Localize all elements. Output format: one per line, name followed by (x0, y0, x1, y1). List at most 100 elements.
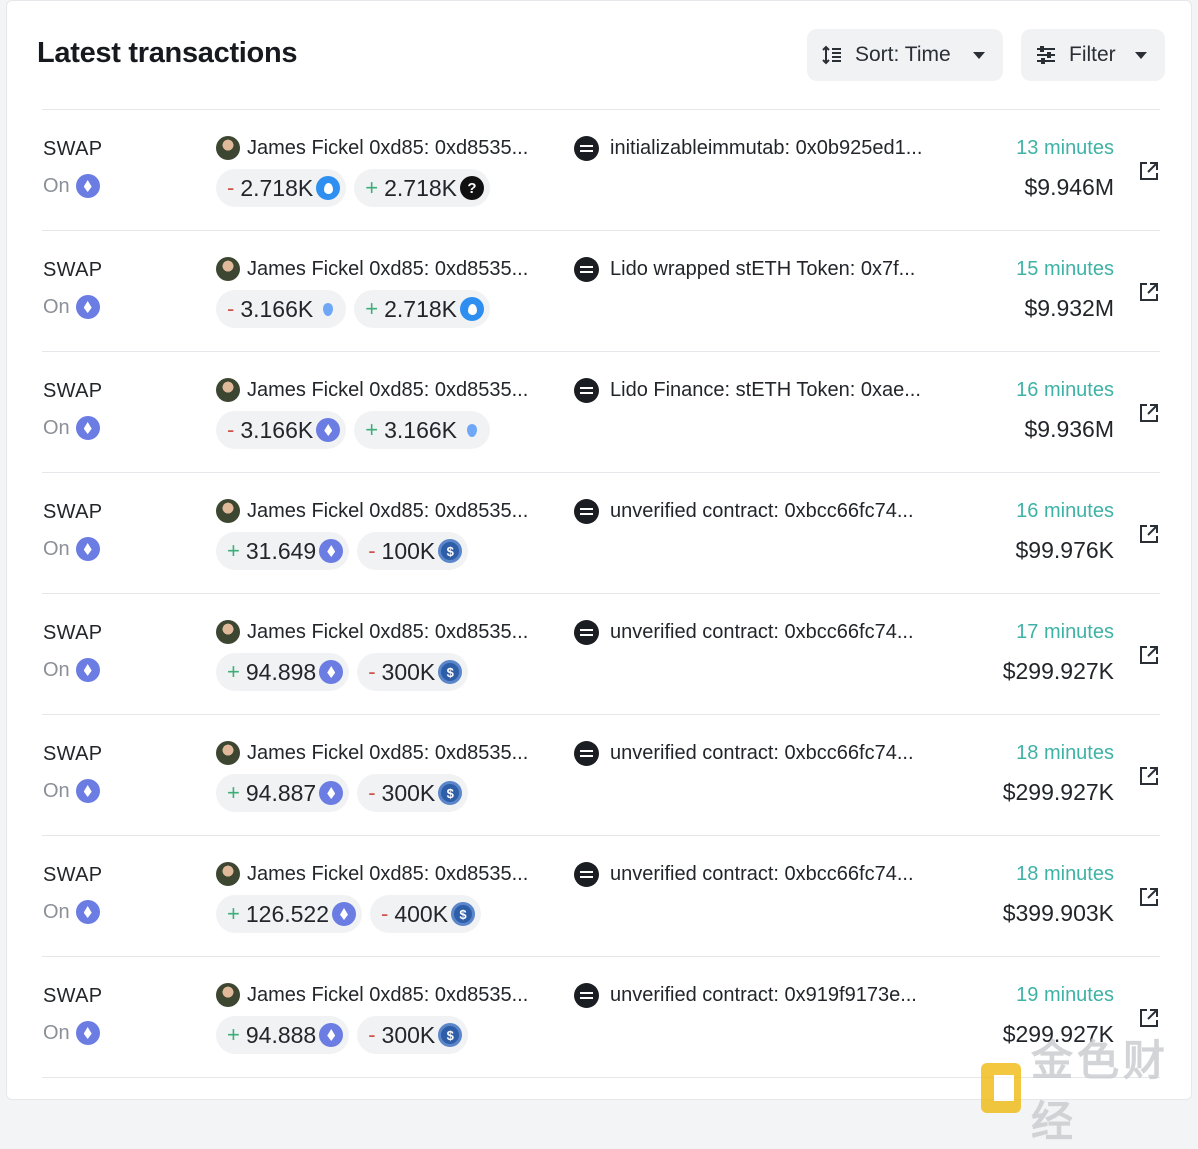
token-chip[interactable]: + 126.522 (216, 895, 362, 933)
to-address[interactable]: initializableimmutab: 0x0b925ed1... (574, 136, 964, 161)
transactions-list: SWAP On James Fickel 0xd85: 0xd8535... i… (42, 110, 1160, 1078)
from-address[interactable]: James Fickel 0xd85: 0xd8535... (216, 136, 528, 160)
steth-icon (460, 297, 484, 321)
transaction-row[interactable]: SWAP On James Fickel 0xd85: 0xd8535... u… (42, 836, 1160, 957)
chain-label: On (43, 658, 70, 681)
transaction-row[interactable]: SWAP On James Fickel 0xd85: 0xd8535... L… (42, 231, 1160, 352)
token-chip[interactable]: + 94.898 (216, 653, 350, 691)
from-address[interactable]: James Fickel 0xd85: 0xd8535... (216, 499, 528, 523)
to-address[interactable]: unverified contract: 0xbcc66fc74... (574, 862, 964, 887)
to-address[interactable]: unverified contract: 0xbcc66fc74... (574, 620, 964, 645)
swap-contract-icon (574, 136, 599, 161)
token-chip[interactable]: - 2.718K (216, 169, 347, 207)
from-label: James Fickel 0xd85: 0xd8535... (247, 862, 529, 885)
ethereum-icon (75, 1021, 100, 1045)
transfer-sign: + (227, 780, 240, 805)
chain-indicator: On (43, 779, 100, 803)
transaction-row[interactable]: SWAP On James Fickel 0xd85: 0xd8535... L… (42, 352, 1160, 473)
chevron-down-icon (973, 51, 985, 59)
filter-button[interactable]: Filter (1021, 29, 1165, 81)
to-address[interactable]: unverified contract: 0x919f9173e... (574, 983, 964, 1008)
token-chip[interactable]: - 3.166K (216, 290, 347, 328)
token-transfers: + 94.898 - 300K $ (216, 653, 469, 691)
ethereum-icon (75, 779, 100, 803)
external-link-icon[interactable] (1138, 886, 1160, 908)
token-chip[interactable]: - 300K $ (357, 1016, 469, 1054)
external-link-icon[interactable] (1138, 523, 1160, 545)
ethereum-icon (75, 537, 100, 561)
usdc-icon: $ (438, 781, 463, 805)
to-label: Lido Finance: stETH Token: 0xae... (610, 379, 921, 401)
token-amount: 3.166K (384, 416, 457, 443)
token-chip[interactable]: - 300K $ (357, 653, 469, 691)
token-chip[interactable]: + 94.888 (216, 1016, 350, 1054)
token-chip[interactable]: + 2.718K (354, 290, 490, 328)
external-link-icon[interactable] (1138, 402, 1160, 424)
usdc-icon: $ (438, 660, 463, 684)
to-address[interactable]: Lido wrapped stETH Token: 0x7f... (574, 257, 964, 282)
external-link-icon[interactable] (1138, 160, 1160, 182)
token-amount: 300K (381, 1021, 436, 1048)
token-amount: 31.649 (245, 537, 317, 564)
chain-indicator: On (43, 295, 100, 319)
sort-icon (822, 45, 841, 65)
token-transfers: + 31.649 - 100K $ (216, 532, 469, 570)
token-transfers: - 3.166K + 2.718K (216, 290, 490, 328)
external-link-icon[interactable] (1138, 281, 1160, 303)
token-chip[interactable]: - 300K $ (357, 774, 469, 812)
external-link-icon[interactable] (1138, 1007, 1160, 1029)
from-address[interactable]: James Fickel 0xd85: 0xd8535... (216, 983, 528, 1007)
ethereum-icon (319, 660, 344, 684)
token-chip[interactable]: + 94.887 (216, 774, 350, 812)
sort-button[interactable]: Sort: Time (807, 29, 1003, 81)
external-link-icon[interactable] (1138, 765, 1160, 787)
token-chip[interactable]: + 2.718K ? (354, 169, 490, 207)
steth-drop-icon (316, 297, 340, 321)
transaction-row[interactable]: SWAP On James Fickel 0xd85: 0xd8535... u… (42, 715, 1160, 836)
from-label: James Fickel 0xd85: 0xd8535... (247, 257, 529, 280)
from-address[interactable]: James Fickel 0xd85: 0xd8535... (216, 620, 528, 644)
token-amount: 94.887 (245, 779, 317, 806)
transaction-row[interactable]: SWAP On James Fickel 0xd85: 0xd8535... u… (42, 473, 1160, 594)
tx-type: SWAP (43, 864, 103, 886)
token-chip[interactable]: + 31.649 (216, 532, 350, 570)
to-address[interactable]: unverified contract: 0xbcc66fc74... (574, 499, 964, 524)
from-address[interactable]: James Fickel 0xd85: 0xd8535... (216, 378, 528, 402)
tx-usd-value: $299.927K (1002, 779, 1114, 805)
transaction-row[interactable]: SWAP On James Fickel 0xd85: 0xd8535... i… (42, 110, 1160, 231)
watermark-text: 金色财经 (1031, 1037, 1170, 1145)
from-address[interactable]: James Fickel 0xd85: 0xd8535... (216, 257, 528, 281)
transfer-sign: + (227, 1022, 240, 1047)
token-amount: 3.166K (240, 416, 314, 443)
from-address[interactable]: James Fickel 0xd85: 0xd8535... (216, 741, 528, 765)
tx-usd-value: $9.932M (1024, 295, 1114, 321)
token-transfers: - 2.718K + 2.718K ? (216, 169, 490, 207)
token-chip[interactable]: - 400K $ (370, 895, 482, 933)
token-chip[interactable]: + 3.166K (354, 411, 490, 449)
to-label: Lido wrapped stETH Token: 0x7f... (610, 258, 916, 280)
jinse-logo-icon (981, 1063, 1021, 1113)
transfer-sign: - (227, 175, 235, 200)
external-link-icon[interactable] (1138, 644, 1160, 666)
tx-usd-value: $399.903K (1002, 900, 1114, 926)
token-chip[interactable]: - 100K $ (357, 532, 469, 570)
unknown-token-icon: ? (460, 176, 484, 200)
transaction-row[interactable]: SWAP On James Fickel 0xd85: 0xd8535... u… (42, 594, 1160, 715)
tx-time: 13 minutes (1016, 137, 1114, 159)
from-address[interactable]: James Fickel 0xd85: 0xd8535... (216, 862, 528, 886)
ethereum-icon (332, 902, 356, 926)
to-address[interactable]: Lido Finance: stETH Token: 0xae... (574, 378, 964, 403)
chain-label: On (43, 174, 70, 197)
transfer-sign: + (227, 901, 240, 926)
swap-contract-icon (574, 862, 599, 887)
to-address[interactable]: unverified contract: 0xbcc66fc74... (574, 741, 964, 766)
ethereum-icon (75, 174, 100, 198)
transfer-sign: - (368, 780, 376, 805)
ethereum-icon (319, 539, 344, 563)
transfer-sign: - (368, 659, 376, 684)
chain-indicator: On (43, 174, 100, 198)
swap-contract-icon (574, 257, 599, 282)
token-chip[interactable]: - 3.166K (216, 411, 347, 449)
ethereum-icon (75, 416, 100, 440)
ethereum-icon (75, 900, 100, 924)
